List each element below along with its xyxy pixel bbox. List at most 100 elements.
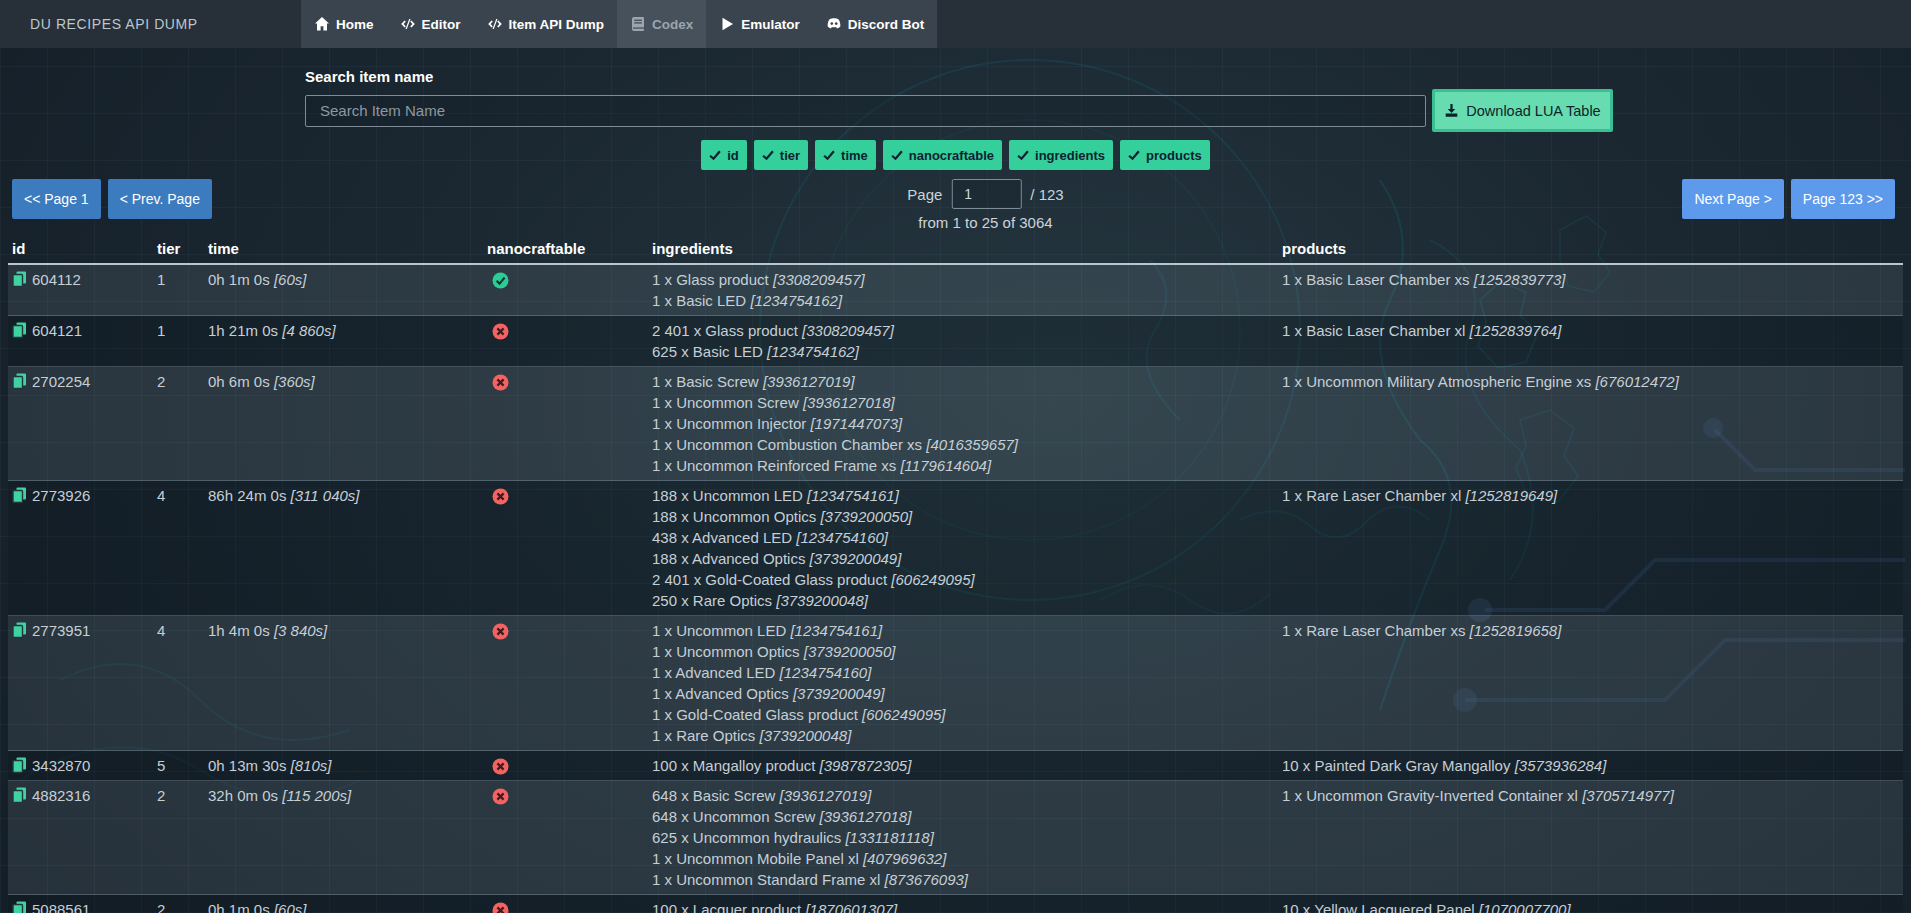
recipe-item: 10 x Yellow Lacquered Panel [1070007700] (1282, 899, 1903, 913)
recipe-time: 1h 21m 0s [4 860s] (208, 316, 487, 367)
table-row: 2773926486h 24m 0s [311 040s]188 x Uncom… (8, 481, 1903, 616)
recipe-tier: 5 (150, 751, 208, 781)
col-header-time: time (208, 236, 487, 264)
filter-products[interactable]: products (1120, 140, 1210, 170)
book-icon (630, 16, 646, 32)
recipe-id: 2702254 (8, 371, 150, 392)
recipe-table-body: 60411210h 1m 0s [60s]1 x Glass product [… (8, 264, 1903, 913)
check-icon (823, 149, 835, 161)
recipe-nanocraftable (487, 264, 652, 316)
copy-icon (12, 271, 27, 288)
recipe-products: 10 x Yellow Lacquered Panel [1070007700] (1282, 895, 1903, 913)
nav-menu: Home Editor Item API Dump Codex Emulator… (301, 0, 937, 48)
filter-tier[interactable]: tier (754, 140, 808, 170)
nav-item-codex[interactable]: Codex (617, 0, 706, 48)
nav-item-discord-bot[interactable]: Discord Bot (813, 0, 938, 48)
check-icon (1128, 149, 1140, 161)
code-icon (400, 16, 416, 32)
first-page-button[interactable]: << Page 1 (12, 179, 101, 219)
recipe-products: 1 x Basic Laser Chamber xs [1252839773] (1282, 264, 1903, 316)
recipe-nanocraftable (487, 781, 652, 895)
check-icon (1017, 149, 1029, 161)
recipe-ingredients: 100 x Lacquer product [1870601307] (652, 895, 1282, 913)
recipe-time: 0h 6m 0s [360s] (208, 367, 487, 481)
recipes-table: id tier time nanocraftable ingredients p… (8, 236, 1903, 913)
copy-icon (12, 373, 27, 390)
recipe-item: 2 401 x Glass product [3308209457] (652, 320, 1282, 341)
recipe-time: 0h 1m 0s [60s] (208, 264, 487, 316)
recipe-item: 1 x Uncommon Reinforced Frame xs [117961… (652, 455, 1282, 476)
x-circle-icon (492, 902, 509, 913)
recipe-item: 1 x Basic Screw [3936127019] (652, 371, 1282, 392)
recipe-item: 1 x Uncommon Mobile Panel xl [407969632] (652, 848, 1282, 869)
recipe-ingredients: 188 x Uncommon LED [1234754161]188 x Unc… (652, 481, 1282, 616)
copy-icon (12, 487, 27, 504)
filter-time[interactable]: time (815, 140, 876, 170)
recipe-ingredients: 100 x Mangalloy product [3987872305] (652, 751, 1282, 781)
nav-item-item-api-dump[interactable]: Item API Dump (474, 0, 618, 48)
recipe-ingredients: 1 x Uncommon LED [1234754161]1 x Uncommo… (652, 616, 1282, 751)
copy-icon (12, 757, 27, 774)
recipe-item: 1 x Basic LED [1234754162] (652, 290, 1282, 311)
last-page-button[interactable]: Page 123 >> (1791, 179, 1895, 219)
recipe-tier: 4 (150, 616, 208, 751)
recipe-item: 1 x Advanced LED [1234754160] (652, 662, 1282, 683)
recipe-item: 1 x Rare Laser Chamber xl [1252819649] (1282, 485, 1903, 506)
recipe-item: 1 x Rare Laser Chamber xs [1252819658] (1282, 620, 1903, 641)
recipe-time: 86h 24m 0s [311 040s] (208, 481, 487, 616)
copy-icon (12, 901, 27, 913)
copy-icon (12, 787, 27, 804)
recipe-tier: 2 (150, 895, 208, 913)
recipe-item: 1 x Gold-Coated Glass product [606249095… (652, 704, 1282, 725)
page-total: / 123 (1030, 186, 1063, 203)
recipe-item: 188 x Advanced Optics [3739200049] (652, 548, 1282, 569)
check-icon (709, 149, 721, 161)
pagination: << Page 1 < Prev. Page Page / 123 from 1… (0, 179, 1911, 219)
recipe-item: 1 x Uncommon Standard Frame xl [87367609… (652, 869, 1282, 890)
x-circle-icon (492, 758, 509, 775)
recipe-tier: 4 (150, 481, 208, 616)
recipe-item: 250 x Rare Optics [3739200048] (652, 590, 1282, 611)
recipe-id: 5088561 (8, 899, 150, 913)
x-circle-icon (492, 323, 509, 340)
play-icon (719, 16, 735, 32)
page-number-input[interactable] (951, 179, 1021, 209)
table-row: 60411210h 1m 0s [60s]1 x Glass product [… (8, 264, 1903, 316)
recipe-item: 100 x Lacquer product [1870601307] (652, 899, 1282, 913)
home-icon (314, 16, 330, 32)
recipe-item: 648 x Basic Screw [3936127019] (652, 785, 1282, 806)
nav-item-emulator[interactable]: Emulator (706, 0, 813, 48)
filter-ingredients[interactable]: ingredients (1009, 140, 1113, 170)
range-text: from 1 to 25 of 3064 (907, 214, 1063, 231)
nav-item-home[interactable]: Home (301, 0, 387, 48)
nav-item-editor[interactable]: Editor (387, 0, 474, 48)
recipe-item: 188 x Uncommon LED [1234754161] (652, 485, 1282, 506)
col-header-ingredients: ingredients (652, 236, 1282, 264)
recipe-item: 2 401 x Gold-Coated Glass product [60624… (652, 569, 1282, 590)
recipe-products: 1 x Uncommon Gravity-Inverted Container … (1282, 781, 1903, 895)
recipe-item: 1 x Uncommon Combustion Chamber xs [4016… (652, 434, 1282, 455)
filter-nanocraftable[interactable]: nanocraftable (883, 140, 1002, 170)
code-icon (487, 16, 503, 32)
x-circle-icon (492, 623, 509, 640)
filter-id[interactable]: id (701, 140, 747, 170)
prev-page-button[interactable]: < Prev. Page (108, 179, 212, 219)
recipe-item: 1 x Advanced Optics [3739200049] (652, 683, 1282, 704)
x-circle-icon (492, 374, 509, 391)
recipe-item: 1 x Glass product [3308209457] (652, 269, 1282, 290)
recipe-products: 1 x Rare Laser Chamber xl [1252819649] (1282, 481, 1903, 616)
recipe-time: 0h 1m 0s [60s] (208, 895, 487, 913)
recipe-item: 1 x Basic Laser Chamber xl [1252839764] (1282, 320, 1903, 341)
recipe-item: 1 x Uncommon Screw [3936127018] (652, 392, 1282, 413)
recipe-products: 1 x Basic Laser Chamber xl [1252839764] (1282, 316, 1903, 367)
recipe-products: 1 x Rare Laser Chamber xs [1252819658] (1282, 616, 1903, 751)
recipe-item: 1 x Uncommon Injector [1971447073] (652, 413, 1282, 434)
recipe-tier: 2 (150, 367, 208, 481)
download-lua-button[interactable]: Download LUA Table (1432, 89, 1613, 132)
filter-buttons: id tier time nanocraftable ingredients p… (0, 140, 1911, 170)
recipe-nanocraftable (487, 316, 652, 367)
search-input[interactable] (305, 95, 1426, 127)
recipe-item: 1 x Basic Laser Chamber xs [1252839773] (1282, 269, 1903, 290)
recipe-id: 2773951 (8, 620, 150, 641)
next-page-button[interactable]: Next Page > (1682, 179, 1783, 219)
